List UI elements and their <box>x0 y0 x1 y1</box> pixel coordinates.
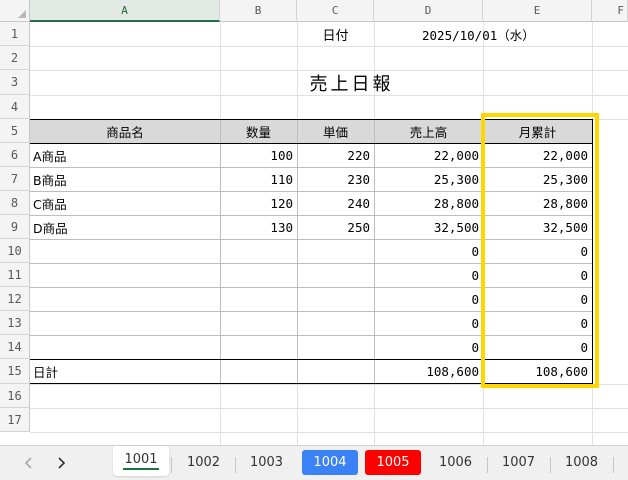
chevron-left-icon[interactable] <box>14 446 44 480</box>
header-product-name[interactable]: 商品名 <box>30 119 220 143</box>
sales-cell[interactable]: 0 <box>374 335 483 359</box>
sales-cell[interactable]: 25,300 <box>374 167 483 191</box>
row-header[interactable]: 14 <box>0 335 30 359</box>
total-cumulative-cell[interactable]: 108,600 <box>483 359 592 384</box>
product-name-cell[interactable]: C商品 <box>30 191 220 215</box>
gridline <box>30 408 628 409</box>
cumulative-cell[interactable]: 0 <box>483 287 592 311</box>
row-header[interactable]: 1 <box>0 22 30 46</box>
tab-separator <box>487 457 488 473</box>
tab-separator <box>171 457 172 473</box>
product-name-cell[interactable]: A商品 <box>30 143 220 167</box>
worksheet-grid[interactable]: A B C D E F 1 2 3 4 5 6 7 8 9 10 11 12 1… <box>0 0 628 445</box>
sheet-tab-1003[interactable]: 1003 <box>237 450 296 475</box>
tab-separator <box>550 457 551 473</box>
quantity-cell[interactable]: 120 <box>220 191 297 215</box>
cumulative-cell[interactable]: 22,000 <box>483 143 592 167</box>
sales-cell[interactable]: 28,800 <box>374 191 483 215</box>
unit-price-cell[interactable]: 250 <box>297 215 374 239</box>
column-header-b[interactable]: B <box>220 0 297 22</box>
cumulative-cell[interactable]: 0 <box>483 239 592 263</box>
table-border <box>592 119 593 384</box>
date-value[interactable]: 2025/10/01（水） <box>374 22 592 46</box>
row-header[interactable]: 8 <box>0 191 30 215</box>
cumulative-cell[interactable]: 0 <box>483 311 592 335</box>
sales-cell[interactable]: 0 <box>374 287 483 311</box>
row-header[interactable]: 17 <box>0 408 30 432</box>
quantity-cell[interactable]: 100 <box>220 143 297 167</box>
cumulative-cell[interactable]: 32,500 <box>483 215 592 239</box>
cumulative-cell[interactable]: 0 <box>483 263 592 287</box>
header-unit-price[interactable]: 単価 <box>297 119 374 143</box>
row-header[interactable]: 15 <box>0 359 30 384</box>
tab-separator <box>235 457 236 473</box>
row-header[interactable]: 12 <box>0 287 30 311</box>
column-header-a[interactable]: A <box>30 0 220 22</box>
sheet-tab-1005[interactable]: 1005 <box>365 450 421 475</box>
date-label[interactable]: 日付 <box>297 22 374 46</box>
chevron-right-icon[interactable] <box>46 446 76 480</box>
column-header-f[interactable]: F <box>592 0 628 22</box>
daily-total-label[interactable]: 日計 <box>30 359 220 384</box>
select-all-button[interactable] <box>0 0 30 22</box>
total-sales-cell[interactable]: 108,600 <box>374 359 483 384</box>
gridline <box>30 432 628 433</box>
row-header[interactable]: 3 <box>0 70 30 95</box>
row-header[interactable]: 5 <box>0 119 30 143</box>
sheet-tab-1006[interactable]: 1006 <box>426 450 485 475</box>
sales-cell[interactable]: 0 <box>374 263 483 287</box>
row-header[interactable]: 7 <box>0 167 30 191</box>
sheet-tab-1008[interactable]: 1008 <box>552 450 611 475</box>
header-sales[interactable]: 売上高 <box>374 119 483 143</box>
cumulative-cell[interactable]: 25,300 <box>483 167 592 191</box>
sales-cell[interactable]: 22,000 <box>374 143 483 167</box>
sheet-tab-1007[interactable]: 1007 <box>489 450 548 475</box>
column-header-c[interactable]: C <box>297 0 374 22</box>
sheet-tab-bar: 1001 1002 1003 1004 1005 1006 1007 1008 <box>0 445 628 480</box>
column-header-d[interactable]: D <box>374 0 483 22</box>
sheet-tab-1002[interactable]: 1002 <box>174 450 233 475</box>
gridline <box>30 384 628 385</box>
unit-price-cell[interactable]: 230 <box>297 167 374 191</box>
gridline <box>30 46 628 47</box>
sales-cell[interactable]: 0 <box>374 311 483 335</box>
row-header[interactable]: 13 <box>0 311 30 335</box>
column-header-e[interactable]: E <box>483 0 592 22</box>
cumulative-cell[interactable]: 28,800 <box>483 191 592 215</box>
sales-cell[interactable]: 32,500 <box>374 215 483 239</box>
header-monthly-cumulative[interactable]: 月累計 <box>483 119 592 143</box>
row-header[interactable]: 6 <box>0 143 30 167</box>
row-header[interactable]: 9 <box>0 215 30 239</box>
report-title[interactable]: 売上日報 <box>220 70 483 95</box>
unit-price-cell[interactable]: 220 <box>297 143 374 167</box>
row-header[interactable]: 4 <box>0 95 30 119</box>
sheet-tab-1001[interactable]: 1001 <box>113 446 169 476</box>
cumulative-cell[interactable]: 0 <box>483 335 592 359</box>
row-header[interactable]: 10 <box>0 239 30 263</box>
unit-price-cell[interactable]: 240 <box>297 191 374 215</box>
quantity-cell[interactable]: 110 <box>220 167 297 191</box>
row-header[interactable]: 2 <box>0 46 30 70</box>
product-name-cell[interactable]: D商品 <box>30 215 220 239</box>
sheet-tab-label: 1001 <box>123 452 159 470</box>
sales-cell[interactable]: 0 <box>374 239 483 263</box>
sheet-tab-1004[interactable]: 1004 <box>302 450 358 475</box>
row-header[interactable]: 11 <box>0 263 30 287</box>
header-quantity[interactable]: 数量 <box>220 119 297 143</box>
quantity-cell[interactable]: 130 <box>220 215 297 239</box>
row-header[interactable]: 16 <box>0 384 30 408</box>
product-name-cell[interactable]: B商品 <box>30 167 220 191</box>
tab-separator <box>613 457 614 473</box>
